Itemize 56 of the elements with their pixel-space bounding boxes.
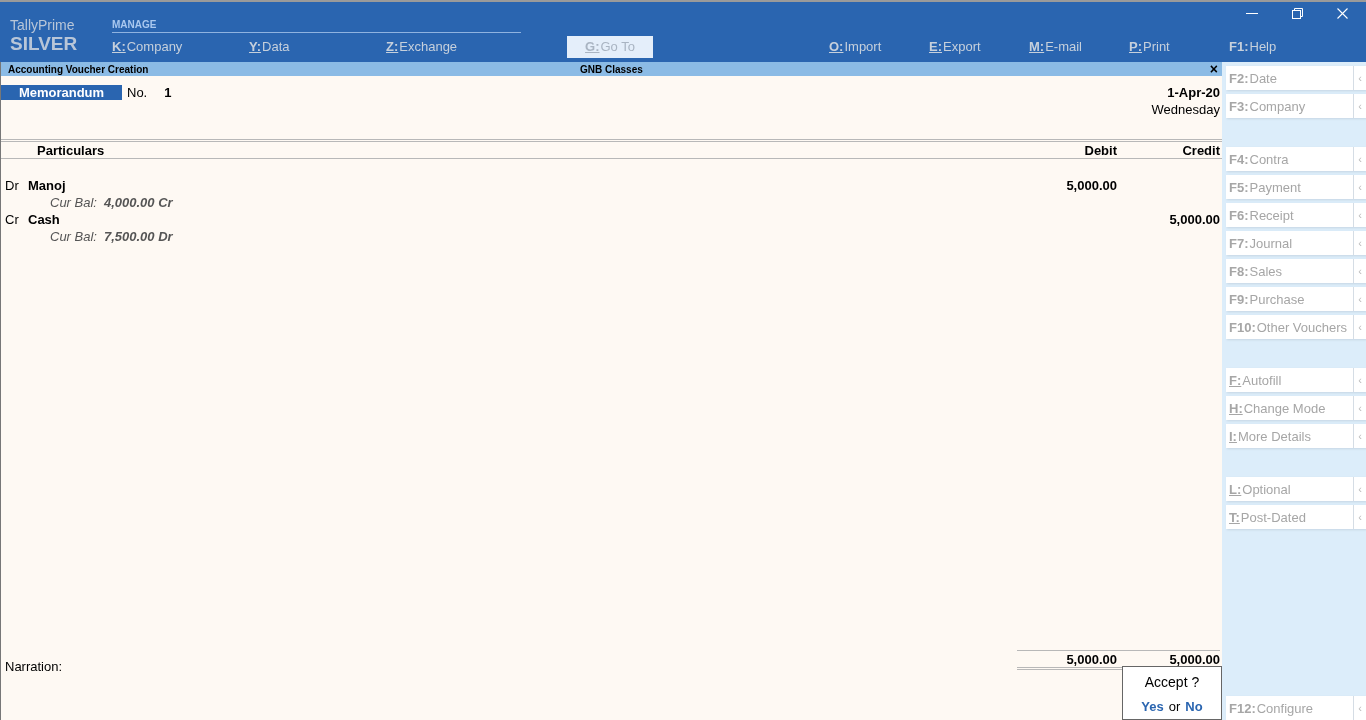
sidebar-button[interactable]: F:Autofill ‹ — [1226, 368, 1366, 392]
sidebar-button[interactable]: F6:Receipt ‹ — [1226, 203, 1366, 227]
number-label: No. — [127, 85, 148, 100]
voucher-date: 1-Apr-20 — [1166, 85, 1220, 101]
weekday: Wednesday — [1151, 101, 1220, 119]
menu-item[interactable]: M:E-mail — [1029, 36, 1129, 58]
sidebar-button[interactable]: L:Optional ‹ — [1226, 477, 1366, 501]
balance-value: 4,000.00 Cr — [103, 195, 173, 210]
ledger-name: Cash — [28, 211, 60, 228]
menu-item[interactable]: Z:Exchange — [386, 36, 523, 58]
menu-item[interactable]: K:Company — [112, 36, 249, 58]
balance-value: 7,500.00 Dr — [103, 229, 173, 244]
ledger-name: Manoj — [28, 177, 66, 194]
sidebar-button[interactable]: I:More Details ‹ — [1226, 424, 1366, 448]
close-button[interactable]: × — [1209, 62, 1218, 76]
menu-heading: MANAGE — [112, 19, 157, 30]
company-name: GNB Classes — [580, 63, 644, 75]
sidebar-button[interactable]: F2:Date ‹ — [1226, 66, 1366, 90]
sidebar-button[interactable]: F5:Payment ‹ — [1226, 175, 1366, 199]
yes-button[interactable]: Yes — [1141, 699, 1164, 714]
edition-label: SILVER — [10, 33, 79, 55]
sidebar-button[interactable]: F7:Journal ‹ — [1226, 231, 1366, 255]
sidebar-button[interactable]: F9:Purchase ‹ — [1226, 287, 1366, 311]
narration-label: Narration: — [4, 659, 64, 674]
menu-item[interactable]: E:Export — [929, 36, 1029, 58]
sidebar-button[interactable]: F8:Sales ‹ — [1226, 259, 1366, 283]
menu-item[interactable]: P:Print — [1129, 36, 1229, 58]
debit-amount: 5,000.00 — [1066, 178, 1117, 193]
menu-item[interactable]: F1:Help — [1229, 36, 1329, 58]
sidebar-button[interactable]: F4:Contra ‹ — [1226, 147, 1366, 171]
sidebar-button[interactable]: F10:Other Vouchers ‹ — [1226, 315, 1366, 339]
column-header: Particulars — [36, 143, 106, 158]
screen-title: Accounting Voucher Creation — [8, 63, 150, 75]
menu-item[interactable]: O:Import — [829, 36, 929, 58]
sidebar-button[interactable]: H:Change Mode ‹ — [1226, 396, 1366, 420]
close-icon[interactable] — [1337, 8, 1348, 19]
total-debit: 5,000.00 — [1017, 650, 1117, 670]
column-header: Credit — [1181, 143, 1220, 158]
or-label: or — [1168, 699, 1181, 714]
balance-label: Cur Bal: — [50, 229, 97, 244]
restore-icon[interactable] — [1292, 8, 1303, 19]
credit-amount: 5,000.00 — [1169, 212, 1220, 227]
product-name: TallyPrime — [10, 17, 76, 33]
sidebar-button[interactable]: F3:Company ‹ — [1226, 94, 1366, 118]
voucher-number: 1 — [164, 85, 172, 100]
voucher-type: Memorandum — [1, 85, 122, 100]
menu-item[interactable]: Y:Data — [249, 36, 386, 58]
no-button[interactable]: No — [1185, 699, 1203, 714]
sidebar-button[interactable]: T:Post-Dated ‹ — [1226, 505, 1366, 529]
entry-side: Cr — [4, 211, 20, 228]
minimize-icon[interactable] — [1246, 12, 1258, 15]
sidebar-button[interactable]: F12:Configure ‹ — [1226, 696, 1366, 720]
entry-side: Dr — [4, 177, 20, 194]
dialog-question: Accept ? — [1144, 674, 1200, 690]
balance-label: Cur Bal: — [50, 195, 97, 210]
column-header: Debit — [1083, 143, 1117, 158]
